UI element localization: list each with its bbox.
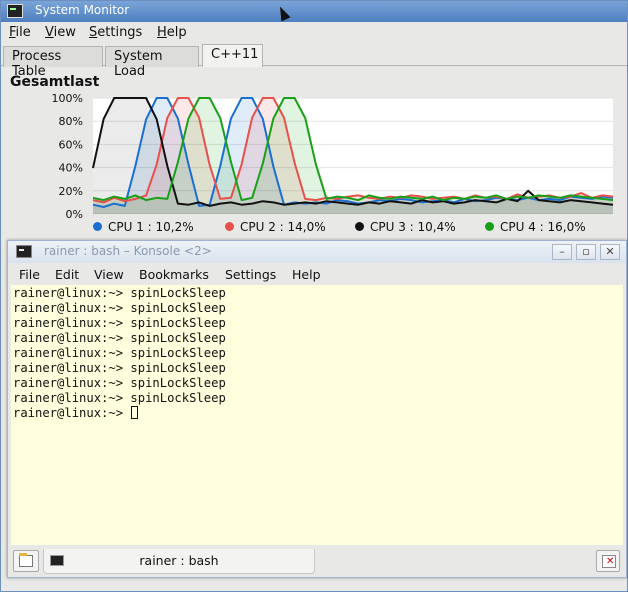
konsole-tab-bar: rainer : bash — [11, 546, 623, 576]
menu-view[interactable]: View — [94, 267, 124, 282]
terminal-line: rainer@linux:~> spinLockSleep — [13, 331, 226, 345]
terminal-line: rainer@linux:~> spinLockSleep — [13, 316, 226, 330]
menu-file[interactable]: File — [9, 25, 31, 40]
terminal-prompt-line: rainer@linux:~> — [13, 406, 623, 421]
terminal-line: rainer@linux:~> spinLockSleep — [13, 346, 226, 360]
maximize-button[interactable]: ▫ — [576, 244, 596, 260]
legend-label: CPU 2 : 14,0% — [240, 220, 326, 234]
legend-label: CPU 4 : 16,0% — [500, 220, 586, 234]
cpu-load-chart: 100% 80% 60% 40% 20% 0% — [52, 92, 614, 219]
terminal-prompt: rainer@linux:~> — [13, 406, 131, 420]
tab-bar: Process Table System Load C++11 — [1, 44, 627, 79]
terminal-line: rainer@linux:~> spinLockSleep — [13, 301, 226, 315]
cpu-2-dot-icon — [225, 222, 234, 231]
y-tick-label: 20% — [59, 185, 83, 198]
y-tick-label: 0% — [66, 208, 83, 219]
chart-title: Gesamtlast — [10, 74, 100, 90]
y-tick-label: 80% — [59, 115, 83, 128]
tab-system-load[interactable]: System Load — [105, 46, 199, 79]
title-bar[interactable]: System Monitor — [1, 1, 627, 22]
cpu-4-dot-icon — [485, 222, 494, 231]
konsole-window: rainer : bash – Konsole <2> – ▫ ✕ File E… — [7, 240, 627, 578]
close-tab-button[interactable] — [596, 550, 620, 572]
y-tick-label: 40% — [59, 162, 83, 175]
menubar: File View Settings Help — [1, 22, 627, 44]
menu-help[interactable]: Help — [157, 25, 187, 40]
mouse-cursor-icon — [275, 4, 291, 22]
text-cursor — [131, 406, 139, 419]
menu-settings[interactable]: Settings — [89, 25, 142, 40]
legend-cpu-4: CPU 4 : 16,0% — [485, 220, 586, 234]
menu-file[interactable]: File — [19, 267, 40, 282]
tab-cpp11[interactable]: C++11 — [202, 44, 263, 67]
tab-process-table[interactable]: Process Table — [3, 46, 103, 79]
terminal-output[interactable]: rainer@linux:~> spinLockSleep rainer@lin… — [11, 285, 623, 545]
legend-label: CPU 3 : 10,4% — [370, 220, 456, 234]
menu-help[interactable]: Help — [292, 267, 321, 282]
terminal-app-icon — [16, 245, 32, 258]
cpu-3-dot-icon — [355, 222, 364, 231]
cpu-1-dot-icon — [93, 222, 102, 231]
konsole-window-title: rainer : bash – Konsole <2> — [44, 244, 212, 258]
minimize-button[interactable]: – — [552, 244, 572, 260]
session-tab[interactable]: rainer : bash — [43, 549, 315, 574]
terminal-line: rainer@linux:~> spinLockSleep — [13, 361, 226, 375]
new-tab-button[interactable] — [13, 550, 39, 572]
menu-bookmarks[interactable]: Bookmarks — [139, 267, 209, 282]
terminal-line: rainer@linux:~> spinLockSleep — [13, 376, 226, 390]
legend-label: CPU 1 : 10,2% — [108, 220, 194, 234]
konsole-menubar: File Edit View Bookmarks Settings Help — [8, 263, 626, 285]
menu-settings[interactable]: Settings — [225, 267, 276, 282]
legend-cpu-1: CPU 1 : 10,2% — [93, 220, 194, 234]
session-tab-label: rainer : bash — [139, 553, 219, 568]
legend-cpu-3: CPU 3 : 10,4% — [355, 220, 456, 234]
window-title: System Monitor — [35, 3, 130, 17]
close-button[interactable]: ✕ — [600, 244, 620, 260]
menu-view[interactable]: View — [45, 25, 76, 40]
y-tick-label: 100% — [52, 92, 83, 105]
terminal-app-icon — [7, 4, 23, 18]
menu-edit[interactable]: Edit — [55, 267, 79, 282]
konsole-title-bar[interactable]: rainer : bash – Konsole <2> – ▫ ✕ — [8, 241, 626, 263]
terminal-line: rainer@linux:~> spinLockSleep — [13, 391, 226, 405]
legend-cpu-2: CPU 2 : 14,0% — [225, 220, 326, 234]
terminal-line: rainer@linux:~> spinLockSleep — [13, 286, 226, 300]
y-tick-label: 60% — [59, 138, 83, 151]
